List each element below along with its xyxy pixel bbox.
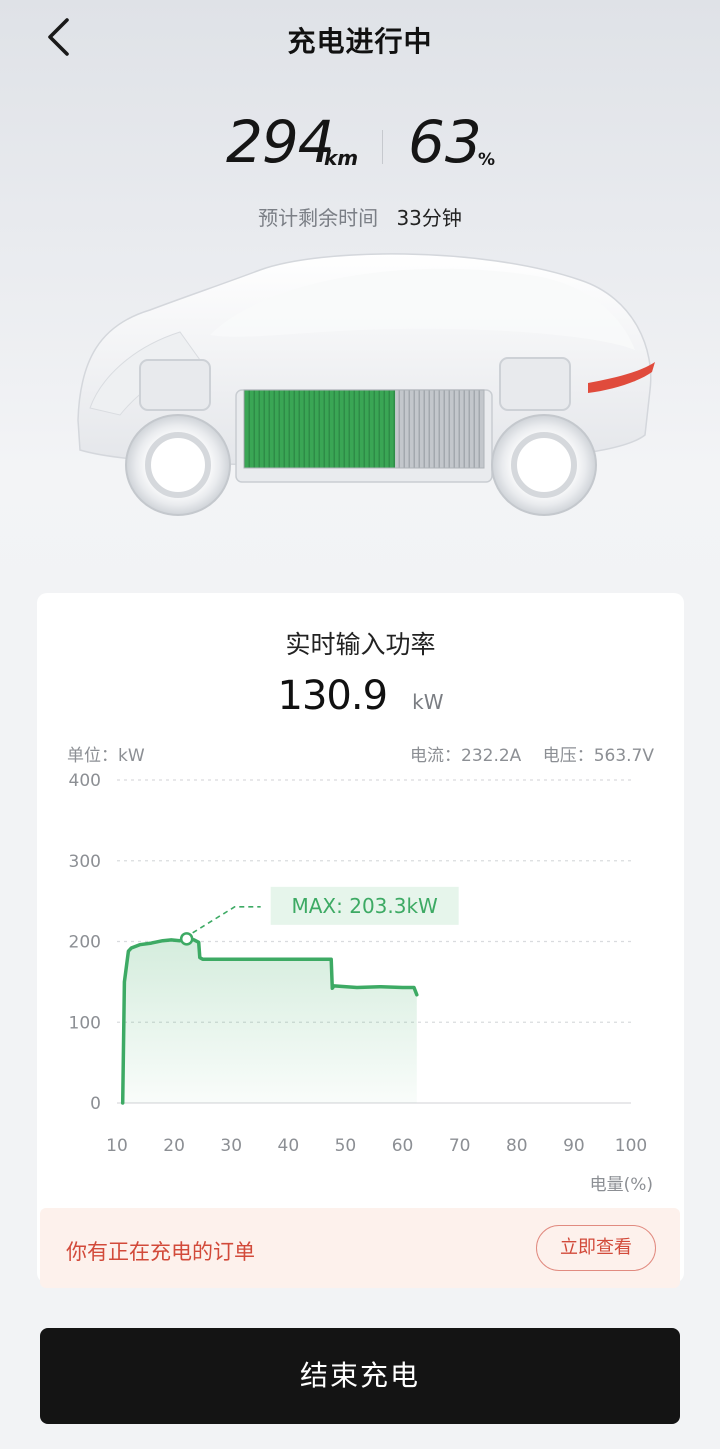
charging-stats: 294 km 63 % bbox=[0, 108, 720, 188]
rear-wheel-icon bbox=[491, 414, 597, 516]
y-tick-label: 200 bbox=[69, 933, 101, 953]
x-tick-label: 60 bbox=[392, 1136, 414, 1156]
remaining-time-value: 33分钟 bbox=[396, 206, 462, 230]
x-tick-label: 50 bbox=[335, 1136, 357, 1156]
x-tick-label: 30 bbox=[220, 1136, 242, 1156]
remaining-time-label: 预计剩余时间 bbox=[258, 206, 379, 230]
x-tick-label: 40 bbox=[278, 1136, 300, 1156]
view-order-button[interactable]: 立即查看 bbox=[536, 1225, 656, 1271]
power-area bbox=[122, 938, 417, 1103]
x-tick-label: 80 bbox=[506, 1136, 528, 1156]
battery-empty-cells bbox=[395, 390, 484, 468]
battery-charged-cells bbox=[244, 390, 396, 468]
y-tick-label: 400 bbox=[69, 771, 101, 791]
x-tick-label: 90 bbox=[563, 1136, 585, 1156]
page-title: 充电进行中 bbox=[287, 25, 433, 58]
y-tick-label: 300 bbox=[69, 852, 101, 872]
max-label: MAX: 203.3kW bbox=[291, 894, 438, 918]
x-axis-label: 电量(%) bbox=[590, 1175, 653, 1195]
power-chart: 0 100 200 300 400 10 20 30 40 50 60 70 80 90 100 MAX:… bbox=[69, 771, 653, 1195]
x-tick-label: 20 bbox=[163, 1136, 185, 1156]
y-tick-label: 100 bbox=[69, 1013, 101, 1033]
order-banner-text: 你有正在充电的订单 bbox=[66, 1240, 255, 1264]
y-tick-label: 0 bbox=[90, 1094, 101, 1114]
x-tick-label: 100 bbox=[615, 1136, 647, 1156]
soc-unit: % bbox=[478, 150, 496, 170]
max-leader-line bbox=[192, 906, 261, 934]
car-illustration bbox=[77, 253, 655, 516]
max-point-marker bbox=[179, 932, 194, 946]
soc-value: 63 bbox=[408, 108, 482, 176]
order-banner: 你有正在充电的订单 立即查看 bbox=[40, 1208, 680, 1288]
remaining-time: 预计剩余时间 33分钟 bbox=[0, 202, 720, 231]
power-card: 实时输入功率 130.9 kW 单位：kW 电流：232.2A 电压：563.7… bbox=[37, 593, 684, 1283]
x-tick-label: 10 bbox=[106, 1136, 128, 1156]
stop-charging-button[interactable]: 结束充电 bbox=[40, 1328, 680, 1424]
x-tick-label: 70 bbox=[449, 1136, 471, 1156]
header: 充电进行中 bbox=[0, 0, 720, 76]
stat-divider bbox=[382, 130, 383, 164]
front-wheel-icon bbox=[125, 414, 231, 516]
range-value: 294 bbox=[226, 108, 335, 176]
range-unit: km bbox=[324, 146, 359, 170]
